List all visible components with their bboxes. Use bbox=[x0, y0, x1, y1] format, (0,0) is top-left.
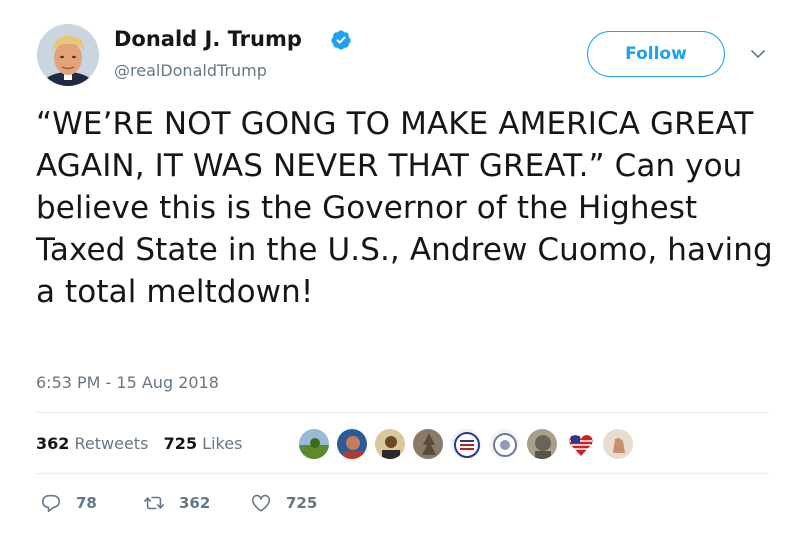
like-count: 725 bbox=[286, 494, 318, 512]
retweet-icon bbox=[144, 496, 164, 510]
reply-icon bbox=[41, 494, 61, 513]
liker-avatar[interactable] bbox=[526, 428, 558, 460]
heart-icon bbox=[251, 494, 271, 512]
retweet-button[interactable]: 362 bbox=[143, 492, 210, 514]
liker-avatar[interactable] bbox=[450, 428, 482, 460]
reply-count: 78 bbox=[76, 494, 97, 512]
retweets-stat[interactable]: 362 Retweets bbox=[36, 434, 148, 453]
tweet-stats: 362 Retweets 725 Likes bbox=[36, 434, 242, 453]
tweet-timestamp[interactable]: 6:53 PM - 15 Aug 2018 bbox=[36, 373, 219, 392]
likes-label: Likes bbox=[202, 434, 243, 453]
liker-avatar[interactable] bbox=[602, 428, 634, 460]
reply-button[interactable]: 78 bbox=[40, 492, 97, 514]
author-handle[interactable]: @realDonaldTrump bbox=[114, 61, 267, 80]
likes-stat[interactable]: 725 Likes bbox=[164, 434, 243, 453]
tweet-text: “WE’RE NOT GONG TO MAKE AMERICA GREAT AG… bbox=[36, 106, 773, 310]
retweets-count: 362 bbox=[36, 434, 70, 453]
divider bbox=[36, 412, 769, 413]
liker-avatar[interactable] bbox=[488, 428, 520, 460]
retweet-count: 362 bbox=[179, 494, 211, 512]
follow-button[interactable]: Follow bbox=[587, 31, 725, 77]
liker-avatar[interactable] bbox=[412, 428, 444, 460]
liker-avatar[interactable] bbox=[336, 428, 368, 460]
chevron-down-icon[interactable] bbox=[748, 44, 768, 64]
liker-avatar[interactable] bbox=[564, 428, 596, 460]
liker-avatar[interactable] bbox=[374, 428, 406, 460]
like-button[interactable]: 725 bbox=[250, 492, 317, 514]
divider bbox=[36, 473, 769, 474]
author-avatar[interactable] bbox=[37, 24, 99, 86]
author-name[interactable]: Donald J. Trump bbox=[114, 27, 302, 51]
retweets-label: Retweets bbox=[74, 434, 149, 453]
verified-badge-icon bbox=[331, 30, 351, 50]
likes-count: 725 bbox=[163, 434, 198, 453]
liker-avatar[interactable] bbox=[298, 428, 330, 460]
